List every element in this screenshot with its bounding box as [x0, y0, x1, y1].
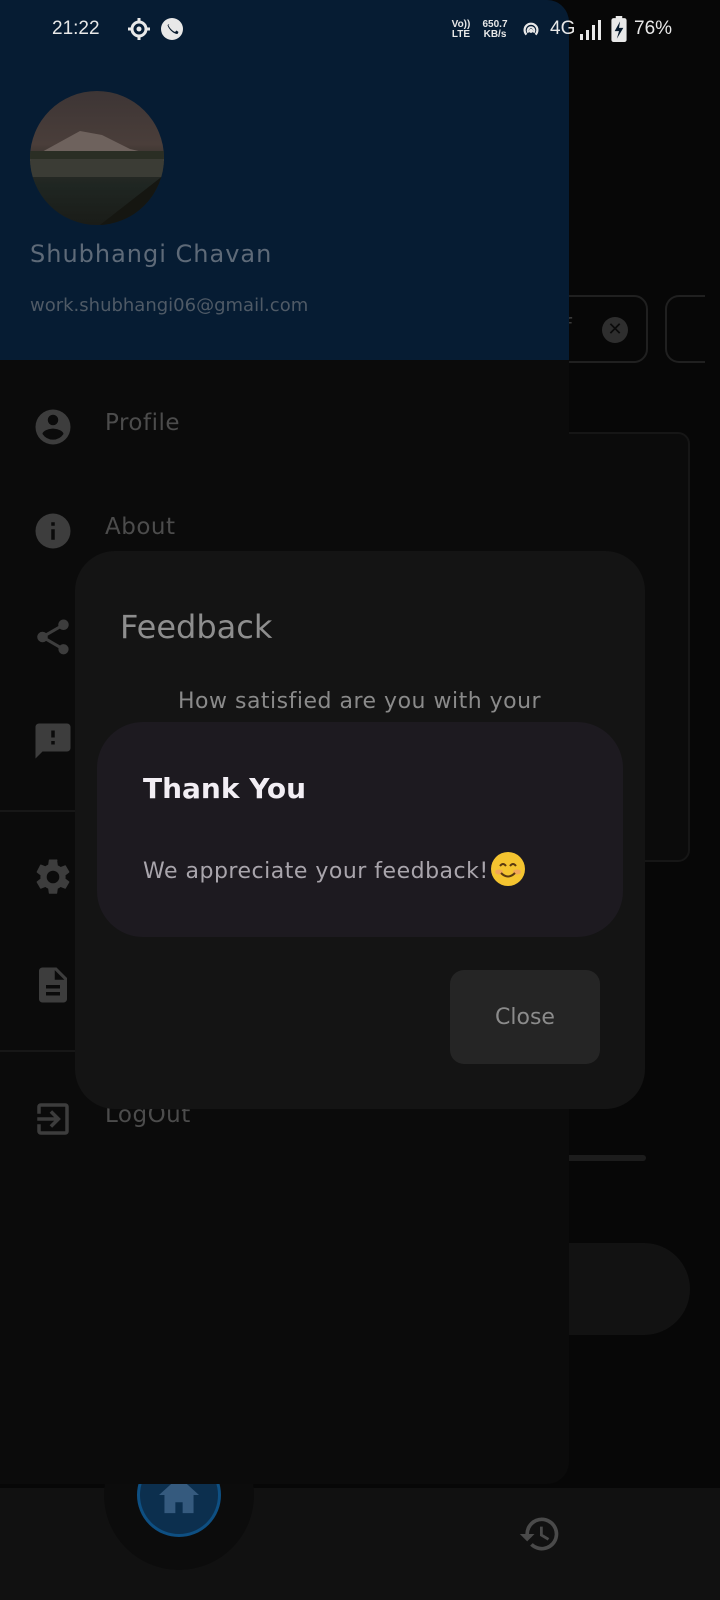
thank-you-title: Thank You — [143, 772, 307, 805]
filter-chip-partial[interactable] — [665, 295, 705, 363]
status-time: 21:22 — [52, 18, 100, 39]
status-bar: 21:22 Vo)) LTE 650.7 KB/s 4G 76% — [0, 0, 720, 60]
feedback-icon — [35, 723, 71, 759]
volte-indicator: Vo)) LTE — [449, 20, 473, 40]
background-divider — [560, 1155, 646, 1161]
thank-you-message: We appreciate your feedback! — [143, 859, 489, 884]
network-type: 4G — [550, 18, 576, 39]
thank-you-message-row: We appreciate your feedback! — [143, 852, 525, 886]
hotspot-icon — [523, 22, 539, 36]
volte-bottom-text: LTE — [451, 29, 471, 40]
signal-icon — [580, 20, 601, 40]
close-button[interactable]: Close — [450, 970, 600, 1064]
user-email: work.shubhangi06@gmail.com — [30, 295, 309, 316]
screen: f ✕ e — [0, 0, 720, 1600]
document-icon — [39, 967, 67, 1003]
share-icon — [37, 619, 69, 655]
menu-item-profile[interactable]: Profile — [0, 388, 569, 468]
settings-icon — [36, 859, 70, 894]
feedback-question: How satisfied are you with your — [178, 689, 542, 714]
menu-label-about: About — [105, 514, 176, 540]
gear-notification-icon — [128, 18, 150, 40]
speed-unit: KB/s — [483, 29, 507, 40]
battery-charging-icon — [611, 16, 627, 42]
feedback-title: Feedback — [120, 608, 273, 646]
network-speed: 650.7 KB/s — [480, 20, 510, 40]
thank-you-dialog: Thank You We appreciate your feedback! — [97, 722, 623, 937]
history-icon[interactable] — [518, 1512, 562, 1556]
user-name: Shubhangi Chavan — [30, 240, 273, 268]
logout-icon — [37, 1103, 69, 1135]
menu-label-profile: Profile — [105, 410, 181, 436]
battery-percent: 76% — [634, 18, 673, 39]
info-icon — [35, 513, 71, 549]
smiling-face-icon — [490, 852, 525, 886]
call-notification-icon — [161, 18, 183, 40]
account-circle-icon — [35, 409, 71, 445]
chip-close-icon[interactable]: ✕ — [602, 317, 628, 343]
avatar[interactable] — [30, 91, 164, 225]
avatar-landscape-image — [30, 131, 164, 225]
